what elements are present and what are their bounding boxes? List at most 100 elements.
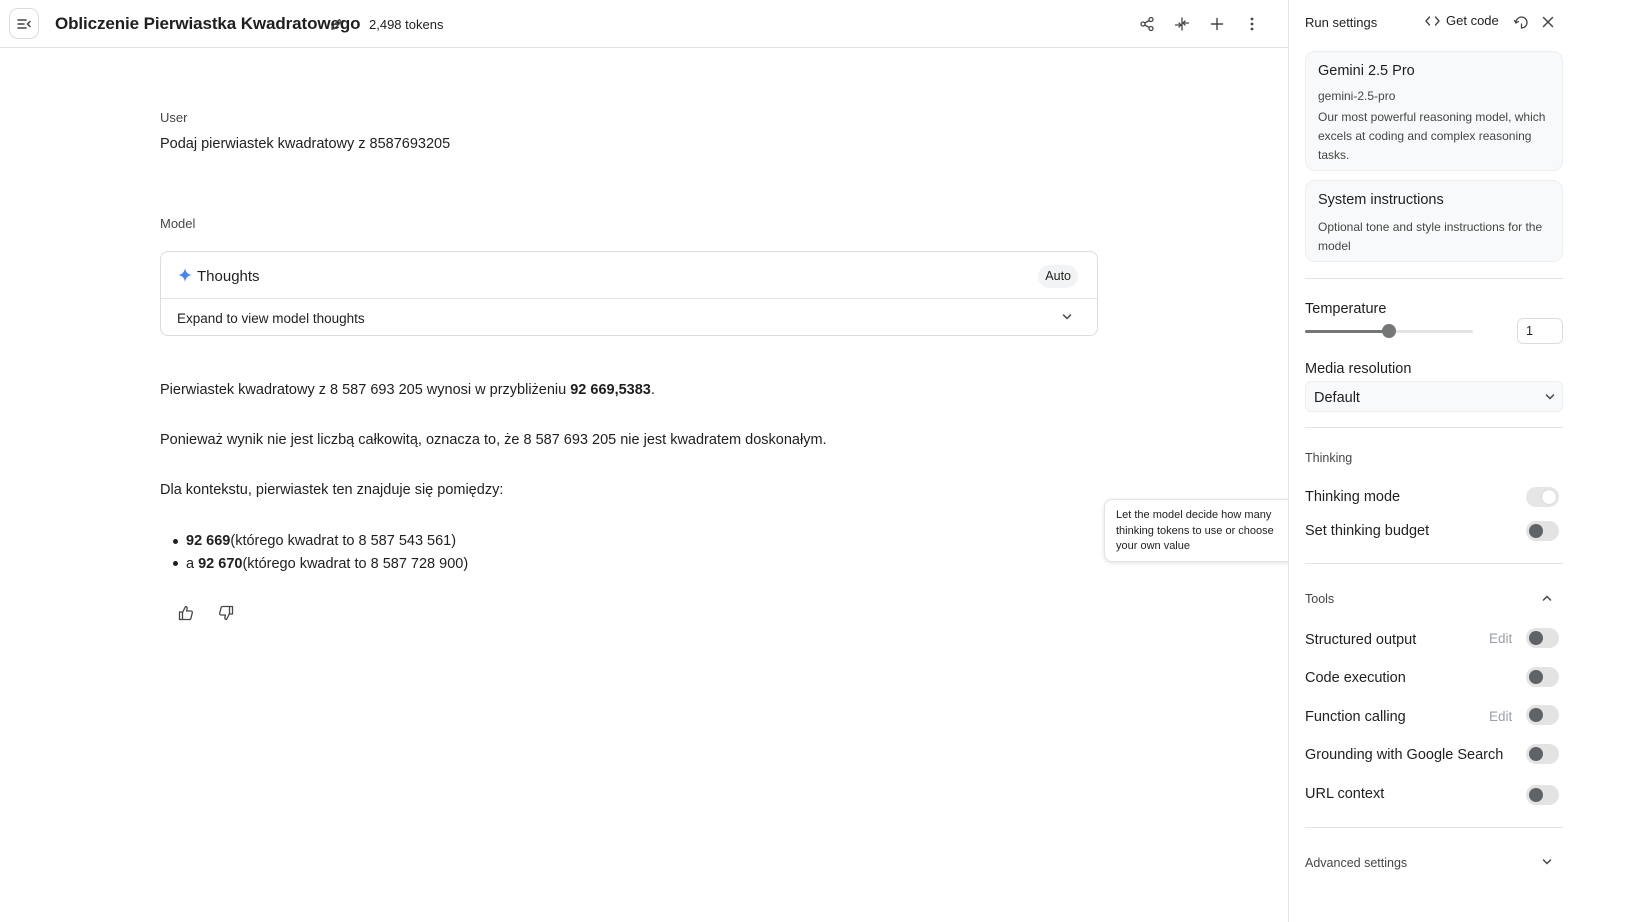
reset-settings-button[interactable] (1511, 12, 1531, 32)
pencil-icon (329, 17, 344, 32)
chevron-up-icon (1541, 592, 1555, 604)
thoughts-title: Thoughts (197, 268, 260, 285)
answer-paragraph-3: Dla kontekstu, pierwiastek ten znajduje … (160, 482, 504, 498)
menu-collapse-icon (16, 16, 32, 32)
reset-icon (1513, 14, 1529, 30)
run-settings-panel: Run settings Get code Gemini 2.5 Pro gem… (1288, 0, 1629, 922)
temperature-input[interactable] (1517, 318, 1563, 344)
compare-icon (1174, 16, 1190, 32)
grounding-label: Grounding with Google Search (1305, 747, 1504, 763)
function-calling-label: Function calling (1305, 709, 1406, 725)
more-vert-icon (1250, 17, 1254, 31)
feedback-buttons (174, 601, 238, 625)
slider-fill (1305, 330, 1389, 333)
function-calling-toggle[interactable] (1526, 705, 1559, 725)
model-description: Our most powerful reasoning model, which… (1318, 110, 1546, 162)
code-icon (1425, 15, 1440, 27)
bullet-text: (którego kwadrat to 8 587 728 900) (242, 555, 469, 572)
top-bar: Obliczenie Pierwiastka Kwadratowego 2,49… (0, 0, 1288, 48)
divider (1305, 827, 1563, 828)
temperature-label: Temperature (1305, 301, 1387, 317)
model-role-label: Model (160, 216, 196, 231)
slider-thumb[interactable] (1382, 324, 1396, 338)
share-button[interactable] (1135, 12, 1159, 36)
structured-output-toggle[interactable] (1526, 628, 1559, 648)
bullet-text: (którego kwadrat to 8 587 543 561) (230, 533, 457, 550)
chevron-down-icon (1061, 311, 1073, 323)
compare-button[interactable] (1170, 12, 1194, 36)
system-instructions-card[interactable]: System instructions Optional tone and st… (1305, 180, 1563, 262)
thinking-budget-toggle[interactable] (1526, 521, 1559, 541)
close-panel-button[interactable] (1538, 12, 1558, 32)
edit-title-button[interactable] (327, 15, 345, 33)
divider (1305, 278, 1563, 279)
list-item: a 92 670 (którego kwadrat to 8 587 728 9… (160, 553, 468, 576)
advanced-settings-toggle[interactable] (1541, 856, 1555, 870)
thinking-mode-toggle[interactable] (1526, 487, 1559, 507)
list-item: 92 669 (którego kwadrat to 8 587 543 561… (160, 530, 468, 553)
media-resolution-select[interactable]: Default (1305, 381, 1563, 412)
get-code-button[interactable]: Get code (1425, 13, 1499, 28)
toggle-knob (1542, 490, 1556, 504)
toggle-knob (1529, 524, 1543, 538)
top-actions (1135, 12, 1264, 36)
structured-output-label: Structured output (1305, 632, 1417, 648)
model-id: gemini-2.5-pro (1318, 89, 1396, 103)
thinking-mode-label: Thinking mode (1305, 489, 1401, 505)
divider (1305, 563, 1563, 564)
bullet-dot (173, 561, 178, 567)
bullet-value: 92 670 (198, 555, 243, 572)
thumb-up-icon (178, 605, 194, 621)
thumb-down-button[interactable] (214, 601, 238, 625)
get-code-label: Get code (1446, 13, 1499, 28)
media-resolution-label: Media resolution (1305, 361, 1412, 377)
model-selector-card[interactable]: Gemini 2.5 Pro gemini-2.5-pro Our most p… (1305, 51, 1563, 171)
system-instructions-title: System instructions (1318, 192, 1444, 208)
run-settings-title: Run settings (1305, 15, 1378, 30)
menu-collapse-button[interactable] (9, 8, 39, 39)
user-role-label: User (160, 110, 188, 125)
model-name: Gemini 2.5 Pro (1318, 63, 1415, 79)
toggle-knob (1529, 631, 1543, 645)
code-execution-label: Code execution (1305, 670, 1406, 686)
page-title: Obliczenie Pierwiastka Kwadratowego (55, 14, 361, 33)
temperature-slider[interactable] (1305, 324, 1473, 340)
answer-value: 92 669,5383 (570, 382, 651, 398)
system-instructions-placeholder: Optional tone and style instructions for… (1318, 220, 1543, 253)
url-context-label: URL context (1305, 786, 1385, 802)
toggle-knob (1529, 747, 1543, 761)
advanced-settings-label: Advanced settings (1305, 856, 1408, 870)
new-chat-button[interactable] (1205, 12, 1229, 36)
thoughts-panel: Thoughts Auto Expand to view model thoug… (160, 251, 1098, 336)
bullet-dot (173, 538, 178, 544)
url-context-toggle[interactable] (1526, 785, 1559, 805)
share-icon (1139, 16, 1155, 32)
more-options-button[interactable] (1240, 12, 1264, 36)
answer-text: Pierwiastek kwadratowy z 8 587 693 205 w… (160, 382, 571, 398)
tools-collapse-toggle[interactable] (1541, 592, 1555, 606)
expand-thoughts-button[interactable]: Expand to view model thoughts (161, 300, 1097, 336)
chevron-down-icon (1544, 391, 1556, 403)
chat-area: Obliczenie Pierwiastka Kwadratowego 2,49… (0, 0, 1288, 922)
thinking-section-label: Thinking (1305, 451, 1353, 465)
structured-output-edit-link[interactable]: Edit (1489, 631, 1512, 646)
bullet-prefix: a (186, 555, 195, 572)
answer-paragraph-1: Pierwiastek kwadratowy z 8 587 693 205 w… (160, 382, 655, 398)
grounding-toggle[interactable] (1526, 744, 1559, 764)
divider (1305, 427, 1563, 428)
spark-icon (178, 268, 192, 282)
chevron-down-icon (1541, 856, 1555, 868)
code-execution-toggle[interactable] (1526, 667, 1559, 687)
toggle-knob (1529, 708, 1543, 722)
token-count: 2,498 tokens (369, 17, 444, 32)
thumb-down-icon (218, 605, 234, 621)
function-calling-edit-link[interactable]: Edit (1489, 709, 1512, 724)
answer-text: . (650, 382, 655, 398)
thumb-up-button[interactable] (174, 601, 198, 625)
bullet-value: 92 669 (186, 533, 231, 550)
expand-thoughts-label: Expand to view model thoughts (177, 311, 365, 326)
thoughts-header: Thoughts Auto (161, 252, 1097, 299)
user-message: Podaj pierwiastek kwadratowy z 858769320… (160, 136, 451, 152)
answer-bullet-list: 92 669 (którego kwadrat to 8 587 543 561… (160, 530, 468, 575)
thinking-mode-badge: Auto (1038, 265, 1078, 288)
